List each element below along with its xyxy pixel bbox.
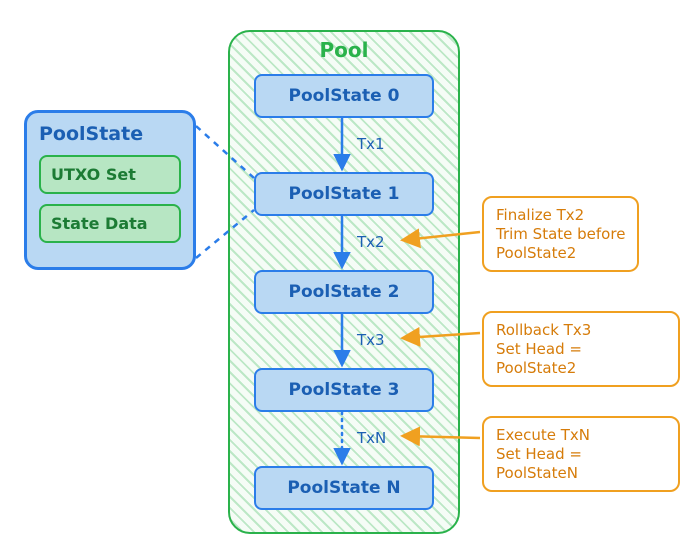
note-line: Set Head = PoolStateN xyxy=(496,445,666,483)
poolstate-card-title: PoolState xyxy=(39,123,181,145)
note-execute: Execute TxN Set Head = PoolStateN xyxy=(482,416,680,492)
tx-label-1: Tx1 xyxy=(357,135,385,153)
poolstate-card: PoolState UTXO Set State Data xyxy=(24,110,196,270)
poolstate-n: PoolState N xyxy=(254,466,434,510)
poolstate-2: PoolState 2 xyxy=(254,270,434,314)
note-rollback: Rollback Tx3 Set Head = PoolState2 xyxy=(482,311,680,387)
note-line: Set Head = PoolState2 xyxy=(496,340,666,378)
poolstate-1: PoolState 1 xyxy=(254,172,434,216)
tx-label-2: Tx2 xyxy=(357,233,385,251)
utxo-set-pill: UTXO Set xyxy=(39,155,181,194)
note-line: Rollback Tx3 xyxy=(496,321,666,340)
pool-title: Pool xyxy=(230,38,458,62)
state-data-pill: State Data xyxy=(39,204,181,243)
note-line: Finalize Tx2 xyxy=(496,206,625,225)
tx-label-n: TxN xyxy=(357,429,386,447)
poolstate-0: PoolState 0 xyxy=(254,74,434,118)
note-line: PoolState2 xyxy=(496,244,625,263)
poolstate-3: PoolState 3 xyxy=(254,368,434,412)
tx-label-3: Tx3 xyxy=(357,331,385,349)
note-line: Trim State before xyxy=(496,225,625,244)
note-finalize: Finalize Tx2 Trim State before PoolState… xyxy=(482,196,639,272)
note-line: Execute TxN xyxy=(496,426,666,445)
